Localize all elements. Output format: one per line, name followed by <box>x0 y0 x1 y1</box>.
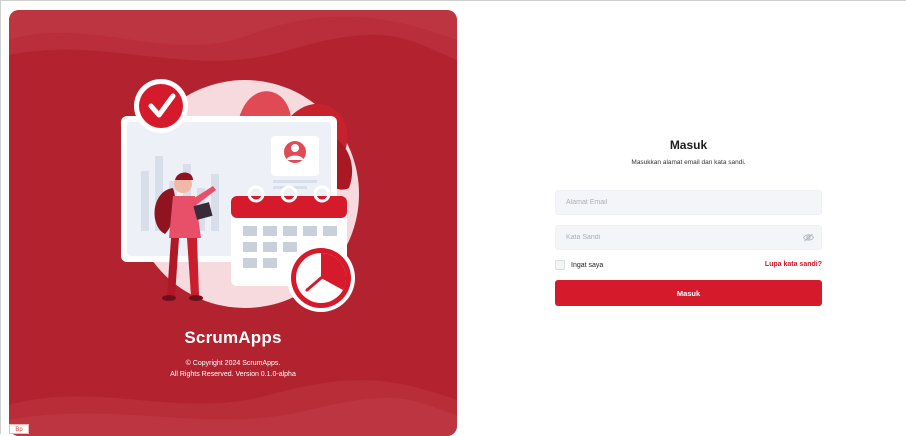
brand-name: ScrumApps <box>184 328 282 347</box>
remember-checkbox[interactable] <box>555 260 565 270</box>
remember-me: Ingat saya <box>555 260 603 270</box>
brand-panel: ScrumApps © Copyright 2024 ScrumApps. Al… <box>9 10 457 436</box>
email-field[interactable] <box>555 190 822 215</box>
hero-illustration <box>121 79 359 312</box>
login-button[interactable]: Masuk <box>555 280 822 306</box>
corner-badge[interactable]: Bp <box>9 424 29 434</box>
remember-label: Ingat saya <box>571 261 604 269</box>
login-subtitle: Masukkan alamat email dan kata sandi. <box>631 159 746 166</box>
copyright-line-1: © Copyright 2024 ScrumApps. <box>185 360 281 367</box>
login-title: Masuk <box>669 138 708 152</box>
copyright-text: © Copyright 2024 ScrumApps. All Rights R… <box>9 358 457 380</box>
copyright-line-2: All Rights Reserved. Version 0.1.0-alpha <box>170 371 296 378</box>
login-form: Masuk Masukkan alamat email dan kata san… <box>555 138 822 306</box>
forgot-password-link[interactable]: Lupa kata sandi? <box>765 261 822 268</box>
eye-slash-icon[interactable] <box>803 233 814 242</box>
password-field[interactable] <box>555 225 822 250</box>
